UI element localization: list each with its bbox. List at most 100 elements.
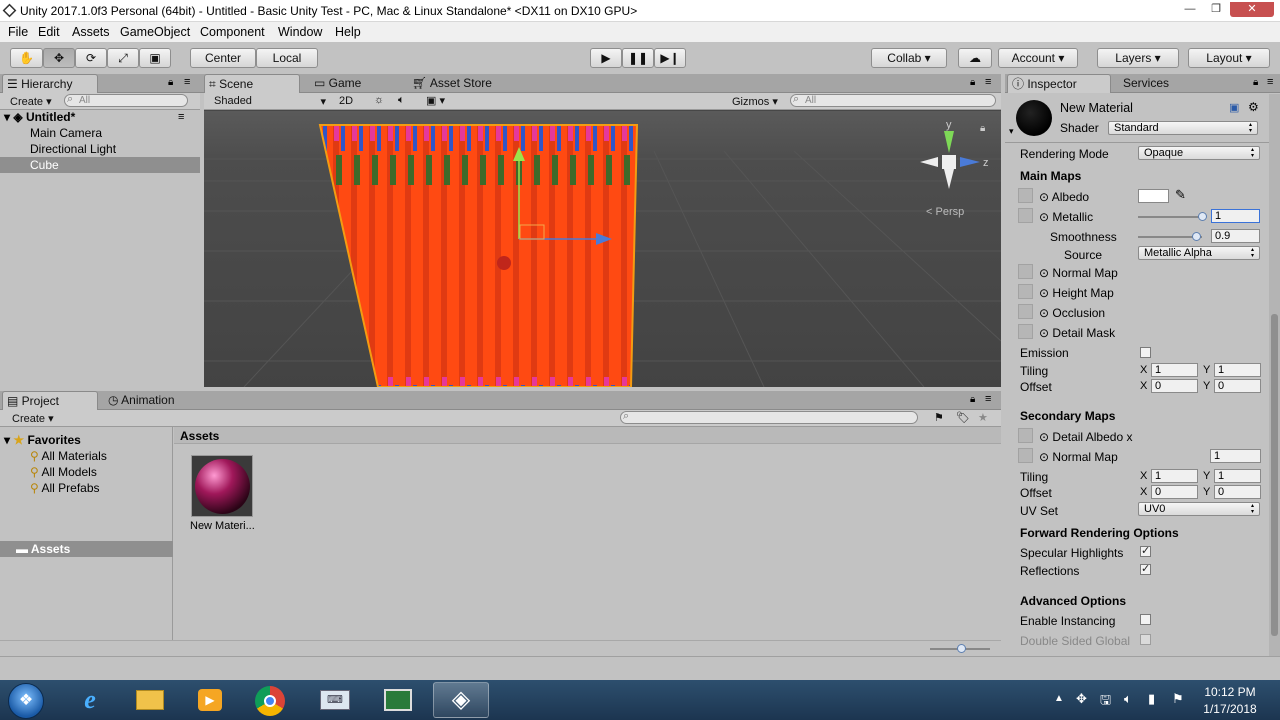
- offset2-y-field[interactable]: 0: [1214, 485, 1261, 499]
- metallic-slider-knob[interactable]: [1198, 212, 1207, 221]
- metallic-value-field[interactable]: 1: [1211, 209, 1260, 223]
- account-button[interactable]: Account ▾: [998, 48, 1078, 68]
- scene-lock-icon[interactable]: 🔒︎: [970, 77, 975, 88]
- start-button-icon[interactable]: ❖: [8, 683, 44, 719]
- help-icon[interactable]: ▣: [1229, 101, 1239, 114]
- project-lock-icon[interactable]: 🔒︎: [970, 394, 975, 405]
- tab-services[interactable]: Services: [1119, 74, 1173, 93]
- pivot-center-button[interactable]: Center: [190, 48, 256, 68]
- tab-project[interactable]: ▤ Project: [2, 391, 98, 410]
- detail-mask-slot[interactable]: [1018, 324, 1033, 339]
- taskbar-chrome-icon[interactable]: [242, 682, 298, 718]
- reflections-checkbox[interactable]: ✓: [1140, 564, 1151, 575]
- tray-dropbox-icon[interactable]: ✥: [1076, 691, 1087, 707]
- effects-toggle-icon[interactable]: ▣ ▾: [426, 94, 445, 107]
- uv-set-dropdown[interactable]: UV0: [1138, 502, 1260, 516]
- offset-y-field[interactable]: 0: [1214, 379, 1261, 393]
- project-menu-icon[interactable]: ≡: [985, 393, 991, 405]
- scene-viewport[interactable]: y z < Persp 🔒︎: [204, 111, 1001, 387]
- inspector-scrollbar[interactable]: [1269, 94, 1280, 656]
- tray-device-icon[interactable]: 🖫︎: [1100, 691, 1111, 713]
- rect-tool-icon[interactable]: ▣: [139, 48, 171, 68]
- rendering-mode-dropdown[interactable]: Opaque: [1138, 146, 1260, 160]
- scene-menu-icon[interactable]: ≡: [985, 76, 991, 88]
- menu-assets[interactable]: Assets: [72, 25, 110, 39]
- shader-dropdown[interactable]: Standard: [1108, 121, 1258, 135]
- emission-checkbox[interactable]: [1140, 347, 1151, 358]
- tiling2-y-field[interactable]: 1: [1214, 469, 1261, 483]
- eyedropper-icon[interactable]: ✎: [1175, 187, 1186, 203]
- audio-toggle-icon[interactable]: 🔈︎: [398, 94, 405, 107]
- tray-network-icon[interactable]: ▮: [1148, 691, 1155, 707]
- hierarchy-search-input[interactable]: All: [64, 94, 188, 107]
- hierarchy-item-cube[interactable]: Cube: [30, 158, 59, 172]
- occlusion-slot[interactable]: [1018, 304, 1033, 319]
- tab-inspector[interactable]: ⓘ Inspector: [1007, 74, 1111, 93]
- step-icon[interactable]: ▶❙: [654, 48, 686, 68]
- tab-scene[interactable]: ⌗ Scene: [204, 74, 300, 93]
- search-by-type-icon[interactable]: ⚑: [934, 411, 944, 424]
- asset-name-label[interactable]: New Materi...: [190, 520, 255, 532]
- metallic-slider[interactable]: [1138, 216, 1202, 218]
- height-map-slot[interactable]: [1018, 284, 1033, 299]
- fav-all-models[interactable]: ⚲ All Models: [30, 465, 97, 479]
- taskbar-ie-icon[interactable]: e: [62, 682, 118, 718]
- offset-x-field[interactable]: 0: [1151, 379, 1198, 393]
- tiling-x-field[interactable]: 1: [1151, 363, 1198, 377]
- inspector-scrollbar-thumb[interactable]: [1271, 314, 1278, 636]
- play-icon[interactable]: ▶: [590, 48, 622, 68]
- pivot-local-button[interactable]: Local: [256, 48, 318, 68]
- project-create-button[interactable]: Create ▾: [12, 412, 54, 425]
- material-foldout-icon[interactable]: ▾: [1009, 126, 1014, 137]
- menu-edit[interactable]: Edit: [38, 25, 60, 39]
- hand-tool-icon[interactable]: ✋: [10, 48, 43, 68]
- hierarchy-item-directional-light[interactable]: Directional Light: [30, 142, 116, 156]
- search-by-label-icon[interactable]: 🏷︎: [956, 411, 970, 424]
- move-gizmo-x-handle[interactable]: [497, 256, 511, 270]
- menu-file[interactable]: File: [8, 25, 28, 39]
- close-icon[interactable]: ✕: [1230, 2, 1274, 17]
- albedo-texture-slot[interactable]: [1018, 188, 1033, 203]
- panel-menu-icon[interactable]: ≡: [184, 76, 190, 88]
- tab-hierarchy[interactable]: ☰ Hierarchy: [2, 74, 98, 93]
- mode-2d-toggle[interactable]: 2D: [339, 95, 353, 107]
- tiling2-x-field[interactable]: 1: [1151, 469, 1198, 483]
- hierarchy-item-main-camera[interactable]: Main Camera: [30, 126, 102, 140]
- settings-gear-icon[interactable]: ⚙: [1248, 100, 1259, 114]
- thumbnail-size-knob[interactable]: [957, 644, 966, 653]
- tray-volume-icon[interactable]: 🔈︎: [1124, 691, 1132, 707]
- inspector-lock-icon[interactable]: 🔒︎: [1253, 77, 1258, 88]
- detail-albedo-slot[interactable]: [1018, 428, 1033, 443]
- favorites-item[interactable]: ▾ ★ Favorites: [4, 433, 81, 447]
- smoothness-slider-knob[interactable]: [1191, 232, 1201, 241]
- fav-all-prefabs[interactable]: ⚲ All Prefabs: [30, 481, 100, 495]
- gizmos-dropdown[interactable]: Gizmos ▾: [732, 95, 778, 108]
- enable-instancing-checkbox[interactable]: [1140, 614, 1151, 625]
- fav-all-materials[interactable]: ⚲ All Materials: [30, 449, 107, 463]
- normal-map-slot[interactable]: [1018, 264, 1033, 279]
- view-lock-icon[interactable]: 🔒︎: [980, 123, 985, 134]
- tray-flag-icon[interactable]: ⚑: [1172, 691, 1184, 707]
- assets-breadcrumb-label[interactable]: Assets: [180, 429, 219, 443]
- taskbar-media-player-icon[interactable]: ▶: [182, 682, 238, 718]
- secondary-normal-map-slot[interactable]: [1018, 448, 1033, 463]
- scene-search-input[interactable]: All: [790, 94, 996, 107]
- albedo-color-swatch[interactable]: [1138, 189, 1169, 203]
- tab-game[interactable]: ▭ Game: [310, 74, 365, 93]
- tiling-y-field[interactable]: 1: [1214, 363, 1261, 377]
- material-thumbnail[interactable]: [191, 455, 253, 517]
- menu-window[interactable]: Window: [278, 25, 322, 39]
- source-dropdown[interactable]: Metallic Alpha: [1138, 246, 1260, 260]
- scene-menu-icon[interactable]: ≡: [178, 111, 184, 123]
- shading-mode-dropdown[interactable]: Shaded ▾: [214, 95, 326, 108]
- tab-animation[interactable]: ◷ Animation: [104, 391, 179, 410]
- cloud-icon[interactable]: ☁: [958, 48, 992, 68]
- layers-button[interactable]: Layers ▾: [1097, 48, 1179, 68]
- lock-icon[interactable]: 🔒︎: [168, 77, 173, 88]
- move-tool-icon[interactable]: ✥: [43, 48, 75, 68]
- pause-icon[interactable]: ❚❚: [622, 48, 654, 68]
- scale-tool-icon[interactable]: ⤢: [107, 48, 139, 68]
- normal-scale-field[interactable]: 1: [1210, 449, 1261, 463]
- lighting-toggle-icon[interactable]: ☼: [374, 94, 384, 106]
- project-search-input[interactable]: [620, 411, 918, 424]
